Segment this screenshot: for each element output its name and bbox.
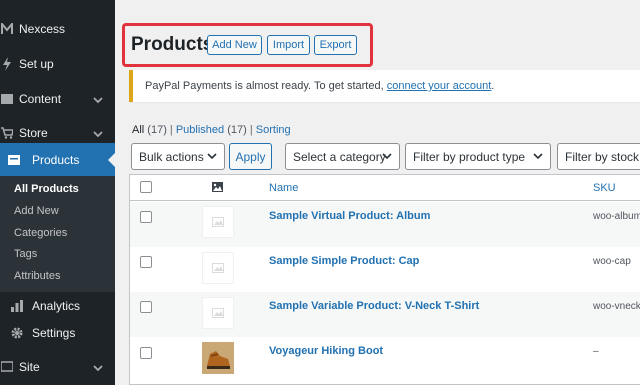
sidebar-item-label: Store bbox=[19, 126, 48, 140]
bulk-actions-select[interactable]: Bulk actions bbox=[131, 143, 225, 170]
apply-button[interactable]: Apply bbox=[229, 143, 272, 170]
filter-sorting[interactable]: Sorting bbox=[256, 124, 291, 136]
add-new-button[interactable]: Add New bbox=[207, 35, 262, 55]
content-icon bbox=[0, 82, 14, 116]
chevron-down-icon bbox=[533, 150, 543, 165]
site-icon bbox=[0, 350, 14, 384]
sidebar-item-content[interactable]: Content bbox=[0, 82, 115, 116]
table-row: Sample Variable Product: V-Neck T-Shirt … bbox=[130, 292, 640, 337]
connect-account-link[interactable]: connect your account bbox=[387, 80, 492, 92]
status-filters: All (17) | Published (17) | Sorting bbox=[132, 124, 291, 136]
products-icon bbox=[2, 143, 26, 176]
sidebar-item-label: Content bbox=[19, 92, 62, 106]
filter-all[interactable]: All bbox=[132, 124, 144, 136]
products-table: Name SKU Sample Virtual Product: Album w… bbox=[129, 174, 640, 385]
export-button[interactable]: Export bbox=[314, 35, 357, 55]
table-row: Voyageur Hiking Boot – bbox=[130, 337, 640, 382]
paypal-notice: PayPal Payments is almost ready. To get … bbox=[129, 70, 640, 102]
row-checkbox[interactable] bbox=[140, 256, 152, 268]
submenu-attributes[interactable]: Attributes bbox=[14, 270, 60, 282]
main-content: Products Add New Import Export PayPal Pa… bbox=[115, 0, 640, 385]
separator: | bbox=[169, 124, 173, 136]
product-name-link[interactable]: Voyageur Hiking Boot bbox=[269, 345, 383, 357]
submenu-all-products[interactable]: All Products bbox=[14, 183, 79, 195]
product-placeholder-image[interactable] bbox=[202, 252, 234, 284]
product-sku: woo-vneck bbox=[593, 301, 640, 312]
sidebar-item-label: Set up bbox=[19, 57, 54, 71]
chevron-down-icon bbox=[382, 150, 392, 165]
sidebar-item-site[interactable]: Site bbox=[0, 350, 115, 384]
bulk-actions-label: Bulk actions bbox=[139, 149, 204, 164]
stock-status-select[interactable]: Filter by stock st bbox=[557, 143, 640, 170]
product-placeholder-image[interactable] bbox=[202, 206, 234, 238]
product-sku: woo-cap bbox=[593, 256, 631, 267]
category-label: Select a category bbox=[293, 149, 386, 164]
product-type-select[interactable]: Filter by product type bbox=[405, 143, 551, 170]
sidebar-item-label: Analytics bbox=[32, 299, 81, 313]
product-name-link[interactable]: Sample Variable Product: V-Neck T-Shirt bbox=[269, 300, 479, 312]
chevron-down-icon bbox=[93, 360, 103, 374]
column-sku[interactable]: SKU bbox=[593, 182, 616, 194]
product-thumbnail-boot[interactable] bbox=[202, 342, 234, 374]
chevron-down-icon bbox=[207, 150, 217, 165]
table-row: Sample Simple Product: Cap woo-cap bbox=[130, 247, 640, 292]
image-icon bbox=[212, 181, 223, 195]
stock-status-label: Filter by stock st bbox=[565, 149, 640, 164]
product-placeholder-image[interactable] bbox=[202, 297, 234, 329]
product-name-link[interactable]: Sample Simple Product: Cap bbox=[269, 255, 419, 267]
sidebar-item-setup[interactable]: Set up bbox=[0, 47, 115, 81]
product-sku: woo-album bbox=[593, 211, 640, 222]
products-submenu: All Products Add New Categories Tags Att… bbox=[0, 176, 115, 292]
row-checkbox[interactable] bbox=[140, 347, 152, 359]
gear-icon bbox=[10, 316, 24, 350]
sidebar-item-nexcess[interactable]: Nexcess bbox=[0, 12, 115, 46]
product-name-link[interactable]: Sample Virtual Product: Album bbox=[269, 210, 430, 222]
product-sku: – bbox=[593, 346, 599, 357]
filter-all-count: (17) bbox=[147, 124, 167, 136]
category-select[interactable]: Select a category bbox=[285, 143, 400, 170]
chevron-down-icon bbox=[93, 92, 103, 106]
sidebar-item-label: Site bbox=[19, 360, 40, 374]
notice-text: PayPal Payments is almost ready. To get … bbox=[145, 80, 384, 92]
sidebar-item-settings[interactable]: Settings bbox=[0, 316, 115, 350]
table-header: Name SKU bbox=[130, 175, 640, 201]
import-button[interactable]: Import bbox=[267, 35, 310, 55]
sidebar-item-label: Nexcess bbox=[19, 22, 66, 36]
setup-icon bbox=[0, 47, 14, 81]
sidebar-item-label: Products bbox=[32, 152, 80, 167]
row-checkbox[interactable] bbox=[140, 211, 152, 223]
admin-sidebar: Nexcess Set up Content Store Products Al… bbox=[0, 0, 115, 385]
chevron-down-icon bbox=[93, 126, 103, 140]
select-all-checkbox[interactable] bbox=[140, 181, 152, 193]
page-title: Products bbox=[131, 34, 214, 55]
filter-published[interactable]: Published bbox=[176, 124, 224, 136]
separator: | bbox=[249, 124, 253, 136]
table-row: Sample Virtual Product: Album woo-album bbox=[130, 202, 640, 247]
row-checkbox[interactable] bbox=[140, 301, 152, 313]
product-type-label: Filter by product type bbox=[413, 149, 526, 164]
sidebar-item-label: Settings bbox=[32, 326, 76, 340]
submenu-tags[interactable]: Tags bbox=[14, 248, 37, 260]
nexcess-icon bbox=[0, 12, 14, 46]
filter-published-count: (17) bbox=[227, 124, 247, 136]
sidebar-item-products[interactable]: Products bbox=[0, 143, 115, 176]
column-name[interactable]: Name bbox=[269, 182, 298, 194]
submenu-add-new[interactable]: Add New bbox=[14, 205, 59, 217]
submenu-categories[interactable]: Categories bbox=[14, 227, 67, 239]
notice-end: . bbox=[491, 80, 495, 92]
